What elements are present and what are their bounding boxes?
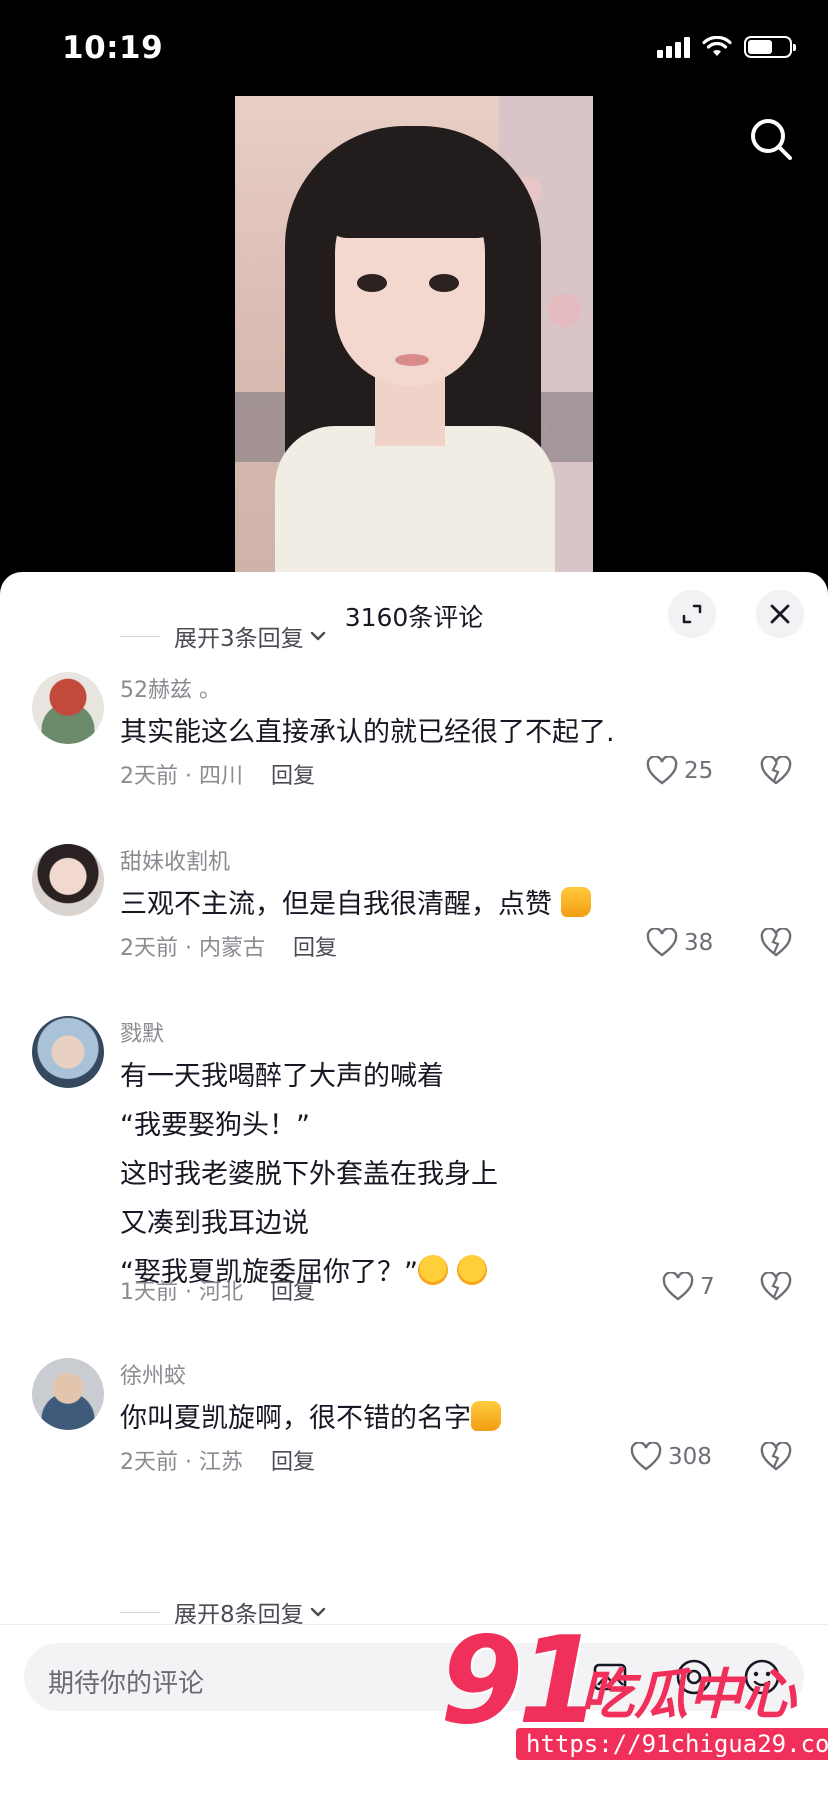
battery-icon (744, 36, 796, 58)
avatar[interactable] (32, 672, 104, 744)
dislike-icon (760, 1271, 792, 1301)
close-button[interactable] (756, 590, 804, 638)
like-count: 25 (684, 758, 714, 784)
like-count: 7 (700, 1274, 715, 1300)
comment-text: 你叫夏凯旋啊，很不错的名字 (120, 1394, 720, 1443)
status-icons (657, 36, 796, 58)
hugging-emoji (417, 1255, 448, 1285)
signal-icon (657, 36, 690, 58)
at-icon[interactable] (674, 1657, 714, 1697)
comment-input-placeholder: 期待你的评论 (48, 1669, 205, 1699)
heart-icon (646, 928, 678, 957)
chevron-down-icon (310, 631, 325, 641)
comment-item: 甜妹收割机 三观不主流，但是自我很清醒，点赞 2天前 · 内蒙古 回复 38 (0, 844, 828, 994)
comment-input-bar: 期待你的评论 (0, 1624, 828, 1793)
search-icon (751, 119, 792, 160)
comment-username[interactable]: 52赫兹 。 (120, 672, 221, 704)
comment-time-location: 2天前 · 江苏 (120, 1450, 243, 1475)
comment-input[interactable]: 期待你的评论 (24, 1643, 804, 1711)
like-button[interactable]: 38 (646, 928, 713, 958)
avatar[interactable] (32, 1358, 104, 1430)
like-button[interactable]: 308 (630, 1442, 712, 1472)
close-icon (770, 604, 790, 624)
expand-replies-top[interactable]: 展开3条回复 (120, 618, 326, 654)
hugging-emoji (456, 1255, 487, 1285)
like-count: 308 (668, 1444, 712, 1470)
expand-icon (682, 604, 702, 624)
comment-item: 徐州蛟 你叫夏凯旋啊，很不错的名字 2天前 · 江苏 回复 308 (0, 1358, 828, 1508)
dislike-icon (760, 1441, 792, 1471)
expand-replies-label: 展开3条回复 (174, 626, 304, 652)
like-count: 38 (684, 930, 714, 956)
dislike-button[interactable] (760, 1441, 792, 1476)
dislike-button[interactable] (760, 755, 792, 790)
image-icon[interactable] (590, 1657, 630, 1697)
like-button[interactable]: 25 (646, 756, 713, 786)
reply-button[interactable]: 回复 (271, 1444, 315, 1476)
comment-username[interactable]: 甜妹收割机 (120, 844, 230, 876)
emoji-icon[interactable] (742, 1657, 782, 1697)
comment-sheet: 3160条评论 展开3条回复 52赫兹 。 其实能这么直接承认的就已经很了不起了… (0, 572, 828, 1792)
avatar[interactable] (32, 844, 104, 916)
comment-time-location: 2天前 · 内蒙古 (120, 936, 265, 961)
comment-username[interactable]: 戮默 (120, 1016, 164, 1048)
wifi-icon (702, 36, 732, 56)
search-button[interactable] (748, 116, 794, 162)
comment-item: 戮默 有一天我喝醉了大声的喊着 “我要娶狗头！” 这时我老婆脱下外套盖在我身上 … (0, 1016, 828, 1336)
dislike-icon (760, 755, 792, 785)
status-time: 10:19 (62, 30, 164, 66)
heart-icon (630, 1442, 662, 1471)
thumbs-up-emoji (471, 1401, 501, 1431)
comment-text: 其实能这么直接承认的就已经很了不起了. (120, 717, 615, 748)
fullscreen-button[interactable] (668, 590, 716, 638)
comment-username[interactable]: 徐州蛟 (120, 1358, 186, 1390)
thumbs-up-emoji (560, 887, 591, 917)
chevron-down-icon (310, 1607, 325, 1617)
comment-text: 有一天我喝醉了大声的喊着 “我要娶狗头！” 这时我老婆脱下外套盖在我身上 又凑到… (120, 1061, 498, 1288)
comment-item: 52赫兹 。 其实能这么直接承认的就已经很了不起了. 2天前 · 四川 回复 2… (0, 672, 828, 822)
dislike-button[interactable] (760, 1271, 792, 1306)
dislike-icon (760, 927, 792, 957)
dislike-button[interactable] (760, 927, 792, 962)
heart-icon (662, 1272, 694, 1301)
comment-time-location: 2天前 · 四川 (120, 764, 243, 789)
status-bar: 10:19 (0, 0, 828, 96)
heart-icon (646, 756, 678, 785)
reply-button[interactable]: 回复 (271, 758, 315, 790)
comment-text: 三观不主流，但是自我很清醒，点赞 (120, 880, 720, 929)
like-button[interactable]: 7 (662, 1272, 715, 1302)
reply-button[interactable]: 回复 (293, 930, 337, 962)
reply-button[interactable]: 回复 (271, 1274, 315, 1306)
video-player[interactable] (235, 96, 593, 572)
comment-time-location: 1天前 · 河北 (120, 1280, 243, 1305)
avatar[interactable] (32, 1016, 104, 1088)
